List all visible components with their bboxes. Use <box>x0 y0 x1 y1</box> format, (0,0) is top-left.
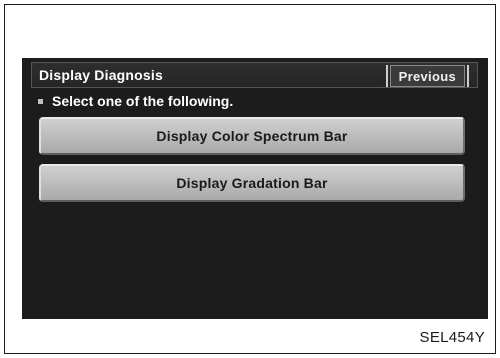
previous-group: Previous <box>384 65 471 87</box>
divider-left <box>385 65 388 87</box>
page-title: Display Diagnosis <box>39 67 163 83</box>
display-screen: Display Diagnosis Previous Select one of… <box>22 58 488 319</box>
bullet-icon <box>38 98 43 104</box>
title-bar: Display Diagnosis Previous <box>31 62 478 88</box>
display-gradation-bar-button[interactable]: Display Gradation Bar <box>39 164 465 202</box>
display-color-spectrum-bar-button[interactable]: Display Color Spectrum Bar <box>39 117 465 155</box>
figure-frame: Display Diagnosis Previous Select one of… <box>4 4 496 354</box>
previous-button[interactable]: Previous <box>389 65 465 87</box>
divider-right <box>467 65 469 87</box>
figure-code: SEL454Y <box>419 329 485 346</box>
instruction-text: Select one of the following. <box>52 93 234 109</box>
instruction-line: Select one of the following. <box>38 93 233 109</box>
